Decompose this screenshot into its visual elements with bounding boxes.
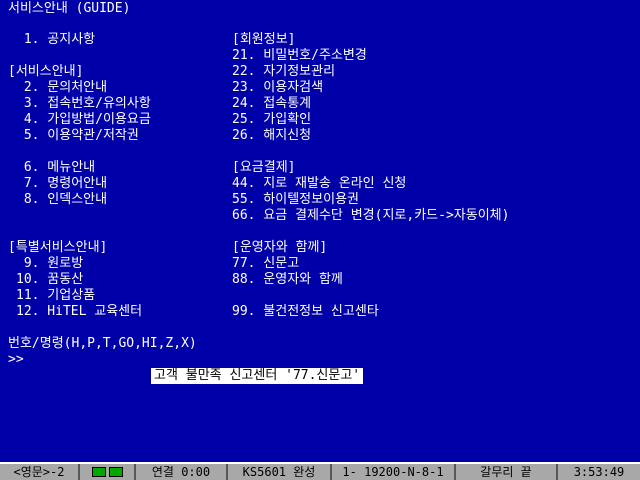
menu-item-1[interactable]: 1. 공지사항 [16,32,95,48]
status-bar: <영문>-2 연결 0:00 KS5601 완성 1- 19200-N-8-1 … [0,462,640,480]
menu-item-22[interactable]: 22. 자기정보관리 [232,64,335,80]
led-indicator-icon [91,467,106,477]
menu-item-10[interactable]: 10. 꿈동산 [16,272,83,288]
section-header-special-service: [특별서비스안내] [8,240,108,255]
menu-item-12[interactable]: 12. HiTEL 교육센터 [16,304,142,320]
menu-item-21[interactable]: 21. 비밀번호/주소변경 [232,48,367,64]
menu-item-88[interactable]: 88. 운영자와 함께 [232,272,343,288]
menu-item-5[interactable]: 5. 이용약관/저작권 [16,128,139,144]
input-mode-indicator[interactable]: <영문>-2 [0,464,80,480]
menu-item-3[interactable]: 3. 접속번호/유의사항 [16,96,151,112]
command-input[interactable]: >> [8,352,24,368]
connection-timer: 연결 0:00 [136,464,228,480]
command-prompt-label: 번호/명령(H,P,T,GO,HI,Z,X) [8,336,197,351]
menu-item-99[interactable]: 99. 불건전정보 신고센타 [232,304,379,320]
status-leds [80,464,136,480]
menu-item-66[interactable]: 66. 요금 결제수단 변경(지로,카드->자동이체) [232,208,509,224]
menu-item-23[interactable]: 23. 이용자검색 [232,80,323,96]
section-header-with-operator: [운영자와 함께] [232,240,328,255]
menu-item-55[interactable]: 55. 하이텔정보이용권 [232,192,359,208]
capture-status[interactable]: 갈무리 끝 [456,464,558,480]
menu-item-25[interactable]: 25. 가입확인 [232,112,311,128]
menu-item-77[interactable]: 77. 신문고 [232,256,299,272]
encoding-indicator[interactable]: KS5601 완성 [228,464,332,480]
led-indicator-icon [108,467,123,477]
menu-item-44[interactable]: 44. 지로 재발송 온라인 신청 [232,176,406,192]
menu-item-11[interactable]: 11. 기업상품 [16,288,95,304]
menu-item-26[interactable]: 26. 해지신청 [232,128,311,144]
menu-item-6[interactable]: 6. 메뉴안내 [16,160,95,176]
terminal-screen: 서비스안내 (GUIDE) 1. 공지사항 [서비스안내] 2. 문의처안내 3… [0,0,640,464]
menu-item-7[interactable]: 7. 명령어안내 [16,176,107,192]
section-header-billing: [요금결제] [232,160,296,175]
menu-item-4[interactable]: 4. 가입방법/이용요금 [16,112,151,128]
section-header-member-info: [회원정보] [232,32,296,47]
menu-item-2[interactable]: 2. 문의처안내 [16,80,107,96]
section-header-service-guide: [서비스안내] [8,64,84,79]
menu-item-24[interactable]: 24. 접속통계 [232,96,311,112]
menu-item-9[interactable]: 9. 원로방 [16,256,83,272]
port-settings[interactable]: 1- 19200-N-8-1 [332,464,456,480]
menu-item-8[interactable]: 8. 인덱스안내 [16,192,107,208]
page-title: 서비스안내 (GUIDE) [8,1,131,16]
notice-banner: 고객 불만족 신고센터 '77.신문고' [151,368,364,384]
clock: 3:53:49 [573,465,625,479]
